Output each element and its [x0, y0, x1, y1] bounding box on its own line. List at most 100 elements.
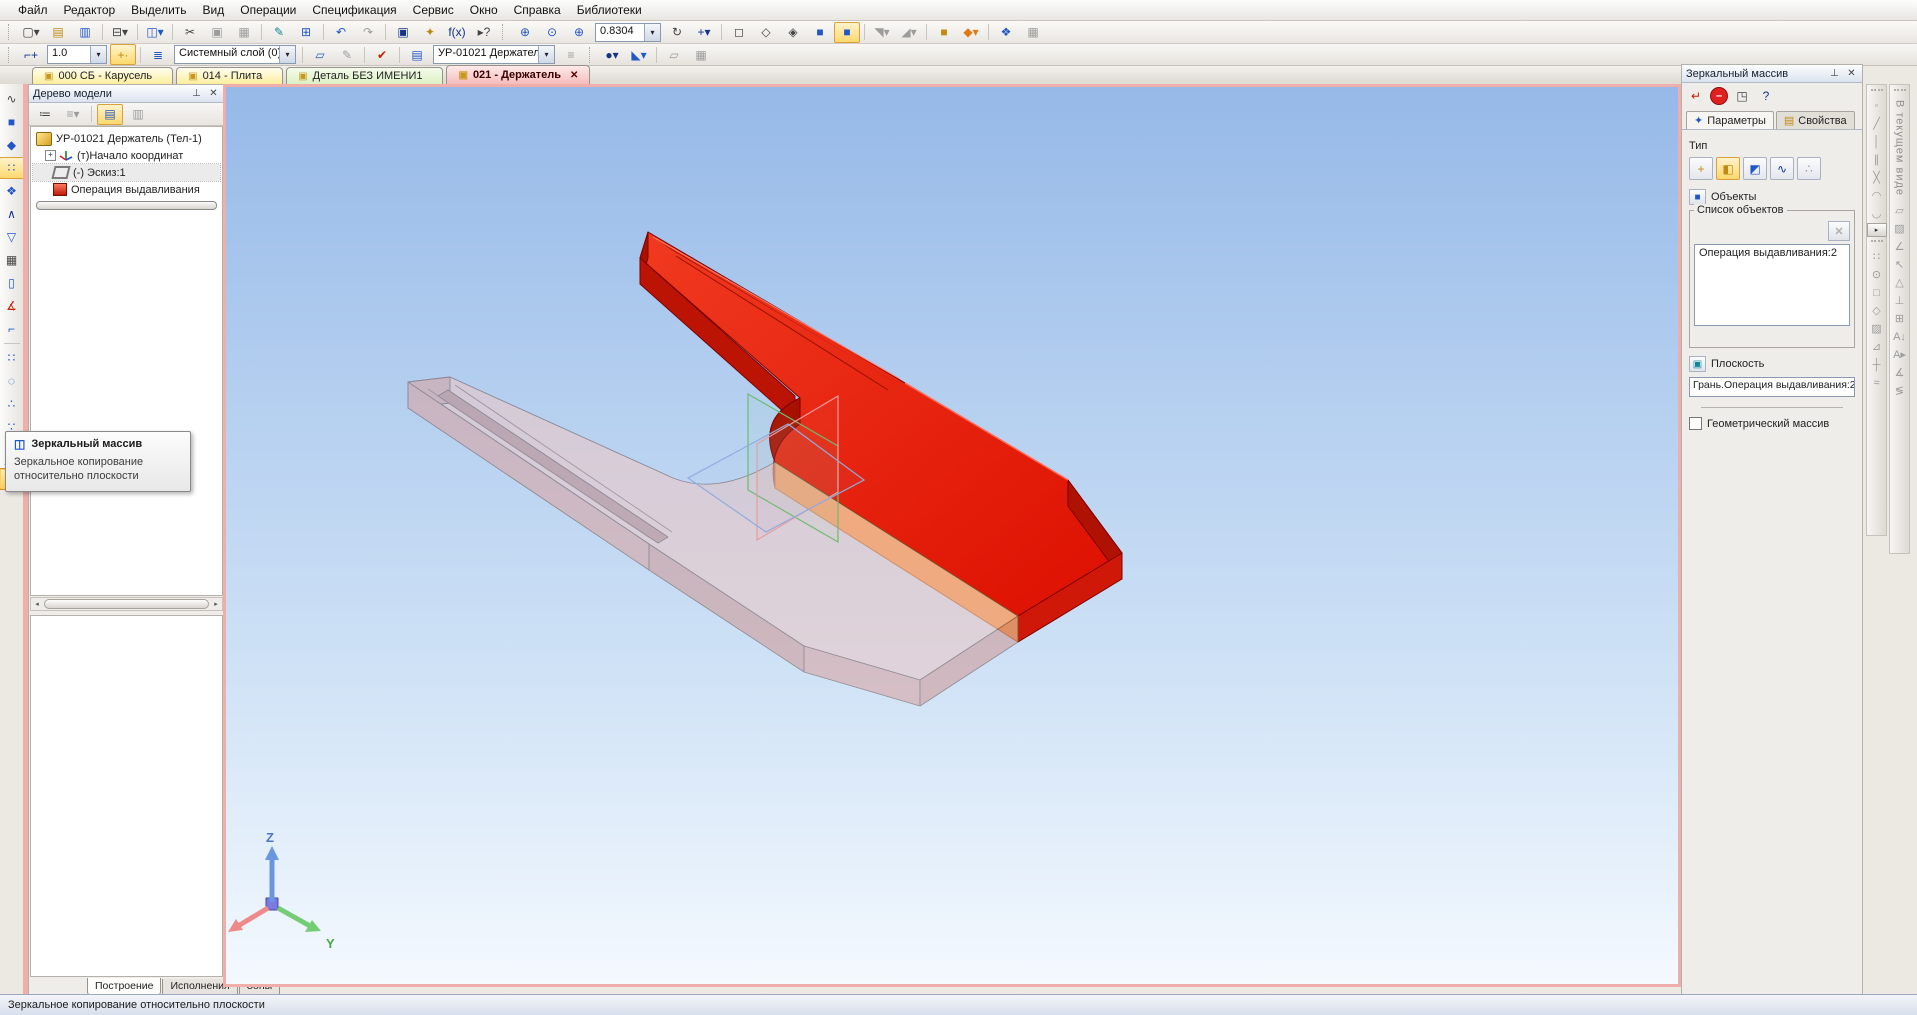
- axis-tool-icon[interactable]: │: [1868, 133, 1886, 150]
- text-angle-icon[interactable]: A▸: [1891, 346, 1909, 363]
- type-mirror-operation-button[interactable]: ◩: [1743, 157, 1767, 180]
- grid-button[interactable]: ▦: [1020, 22, 1046, 43]
- redo-button[interactable]: ↷: [355, 22, 381, 43]
- face-icon[interactable]: ◆: [0, 134, 25, 156]
- current-part-combo[interactable]: УР-01021 Держател ▾: [433, 45, 555, 64]
- zoom-scale-button[interactable]: ⊕: [566, 22, 592, 43]
- current-step-button[interactable]: ⌐+: [18, 44, 44, 65]
- doc-tab-plita[interactable]: ▣ 014 - Плита: [176, 67, 283, 84]
- current-layer-combo[interactable]: Системный слой (0) ▾: [174, 45, 296, 64]
- tree-item-extrusion[interactable]: Операция выдавливания: [33, 181, 220, 198]
- print-button[interactable]: ⊟▾: [107, 22, 133, 43]
- context-help-button[interactable]: ▸?: [471, 22, 497, 43]
- cross-tool-icon[interactable]: ┼: [1868, 356, 1886, 373]
- menu-service[interactable]: Сервис: [405, 1, 462, 19]
- close-icon[interactable]: ✕: [207, 88, 220, 99]
- auxiliary-geometry-icon[interactable]: ∧: [0, 203, 25, 225]
- angle-dimension-icon[interactable]: ∠: [1891, 238, 1909, 255]
- tree-structure-button[interactable]: ≔: [32, 104, 58, 125]
- doc-tab-karusel[interactable]: ▣ 000 СБ - Карусель: [32, 67, 173, 84]
- measure-icon[interactable]: ∡: [0, 295, 25, 317]
- array-circular-icon[interactable]: ◌: [0, 370, 25, 392]
- delete-object-button[interactable]: ✕: [1828, 221, 1850, 241]
- drag-handle[interactable]: [1894, 89, 1906, 94]
- menu-libraries[interactable]: Библиотеки: [569, 1, 650, 19]
- chevron-down-icon[interactable]: ▾: [644, 24, 660, 41]
- trim-tool-icon[interactable]: ≈: [1868, 374, 1886, 391]
- hatch-region-icon[interactable]: ▨: [1891, 220, 1909, 237]
- scroll-right-icon[interactable]: ▸: [210, 600, 222, 608]
- notebook-icon[interactable]: ▯: [0, 272, 25, 294]
- menu-specification[interactable]: Спецификация: [304, 1, 404, 19]
- orientation-button[interactable]: ●▾: [599, 44, 625, 65]
- tab-properties[interactable]: ▤ Свойства: [1776, 111, 1855, 129]
- type-mirror-body-button[interactable]: ◧: [1716, 157, 1740, 180]
- display-shaded-wireframe-button[interactable]: ■: [834, 22, 860, 43]
- more-tools-flyout-button[interactable]: ▸: [1867, 223, 1887, 237]
- pin-icon[interactable]: ⊥: [190, 88, 203, 99]
- text-down-icon[interactable]: A↓: [1891, 328, 1909, 345]
- hatch-tool-icon[interactable]: ▨: [1868, 320, 1886, 337]
- open-document-button[interactable]: ▤: [45, 22, 71, 43]
- scrollbar-thumb[interactable]: [44, 599, 209, 609]
- arc-tool-icon[interactable]: ◠: [1868, 187, 1886, 204]
- menu-file[interactable]: Файл: [10, 1, 56, 19]
- object-list-item[interactable]: Операция выдавливания:2: [1697, 246, 1847, 260]
- menu-window[interactable]: Окно: [462, 1, 506, 19]
- cross-line-tool-icon[interactable]: ╳: [1868, 169, 1886, 186]
- doc-tab-derzhatel[interactable]: ▣ 021 - Держатель ✕: [446, 65, 590, 84]
- copy-properties-button[interactable]: ✎: [266, 22, 292, 43]
- frame-dimension-icon[interactable]: ⊞: [1891, 310, 1909, 327]
- point-tool-icon[interactable]: ◦: [1868, 97, 1886, 114]
- parallel-tool-icon[interactable]: ∥: [1868, 151, 1886, 168]
- style-button[interactable]: ✎: [334, 44, 360, 65]
- unfold-button[interactable]: ◆▾: [958, 22, 984, 43]
- sketch-array-icon[interactable]: ∷: [1868, 248, 1886, 265]
- chevron-down-icon[interactable]: ▾: [279, 46, 295, 63]
- pin-icon[interactable]: ⊥: [1828, 68, 1841, 79]
- menu-operations[interactable]: Операции: [232, 1, 304, 19]
- fillet-tool-icon[interactable]: ◡: [1868, 205, 1886, 222]
- rebuild-button[interactable]: ❖: [993, 22, 1019, 43]
- chevron-down-icon[interactable]: ▾: [538, 46, 554, 63]
- tree-horizontal-scrollbar[interactable]: ◂ ▸: [30, 597, 223, 611]
- stop-command-button[interactable]: –: [1710, 87, 1728, 105]
- sketch-mode-button[interactable]: ▱: [661, 44, 687, 65]
- show-frame-button[interactable]: ◳: [1732, 86, 1752, 106]
- save-button[interactable]: ▥: [72, 22, 98, 43]
- report-icon[interactable]: ▦: [0, 249, 25, 271]
- doc-tab-unnamed[interactable]: ▣ Деталь БЕЗ ИМЕНИ1: [286, 67, 443, 84]
- fx-button[interactable]: f(x): [444, 22, 470, 43]
- tree-item-sketch[interactable]: (-) Эскиз:1: [33, 164, 220, 181]
- 3d-viewport[interactable]: Z X Y: [223, 84, 1681, 987]
- chamfer-tool-icon[interactable]: ⊿: [1868, 338, 1886, 355]
- zoom-dynamic-button[interactable]: ⊙: [539, 22, 565, 43]
- sketch-on-face-icon[interactable]: ▱: [1891, 202, 1909, 219]
- section-view-button[interactable]: ■: [931, 22, 957, 43]
- array-grid-icon[interactable]: ∷: [0, 347, 25, 369]
- tree-extra-button[interactable]: ▥: [125, 104, 151, 125]
- solid-body-icon[interactable]: ■: [0, 111, 25, 133]
- close-icon[interactable]: ✕: [1845, 68, 1858, 79]
- tree-item-root[interactable]: УР-01021 Держатель (Тел-1): [33, 130, 220, 147]
- filter-icon[interactable]: ▽: [0, 226, 25, 248]
- features-icon[interactable]: ⌐: [0, 318, 25, 340]
- zoom-by-frame-button[interactable]: ⊕: [512, 22, 538, 43]
- geometric-array-checkbox[interactable]: [1689, 417, 1702, 430]
- tree-composition-button[interactable]: ▤: [97, 104, 123, 125]
- reference-button[interactable]: ✦: [417, 22, 443, 43]
- copy-button[interactable]: ▣: [204, 22, 230, 43]
- plane-field[interactable]: Грань.Операция выдавливания:2: [1689, 377, 1855, 397]
- tree-item-origin[interactable]: + (т)Начало координат: [33, 147, 220, 164]
- panel-help-button[interactable]: ?: [1756, 86, 1776, 106]
- create-object-button[interactable]: ↵: [1686, 86, 1706, 106]
- hide-components-button[interactable]: ◥▾: [869, 22, 895, 43]
- bottom-tab-construction[interactable]: Построение: [87, 978, 161, 995]
- local-csys-button[interactable]: ▱: [307, 44, 333, 65]
- polygon-tool-icon[interactable]: ◇: [1868, 302, 1886, 319]
- zoom-scale-combo[interactable]: 0.8304 ▾: [595, 23, 661, 42]
- snap-settings-button[interactable]: +·: [110, 44, 136, 65]
- surfaces-icon[interactable]: ❖: [0, 180, 25, 202]
- tree-view-mode-button[interactable]: ≡▾: [60, 104, 86, 125]
- circle-tool-icon[interactable]: ⊙: [1868, 266, 1886, 283]
